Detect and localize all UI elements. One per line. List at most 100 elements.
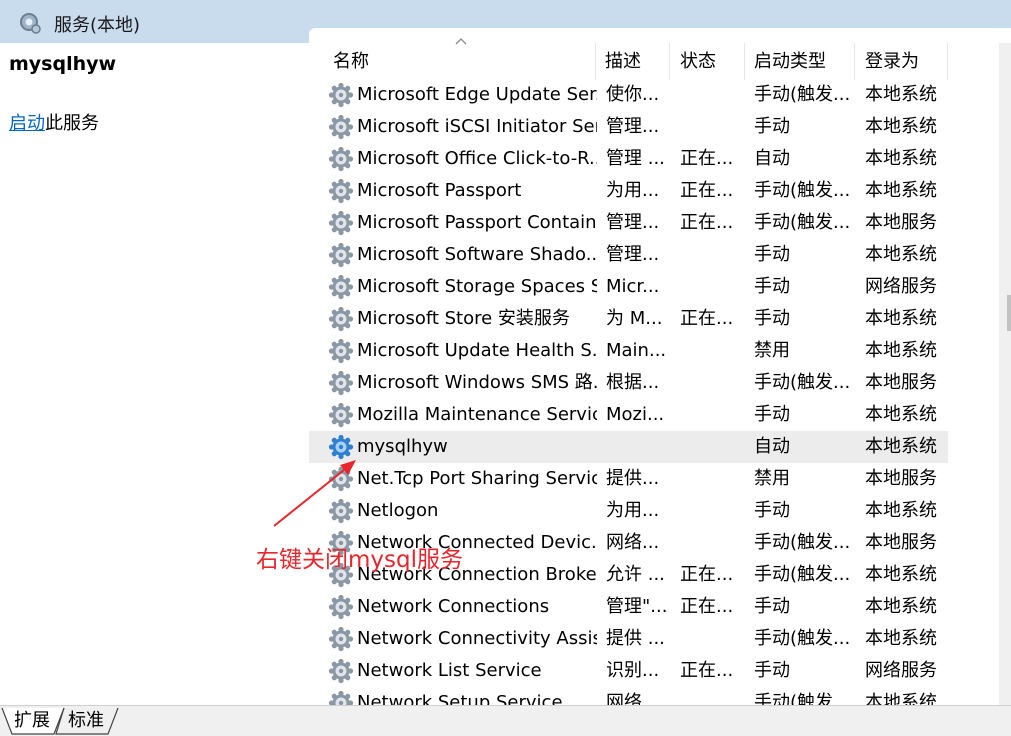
service-row[interactable]: Microsoft Update Health S... Main... 禁用 本地系… [309,335,999,367]
service-row[interactable]: Mozilla Maintenance Service Mozi... 手动 本地系统 [309,399,999,431]
service-row[interactable]: Microsoft Windows SMS 路... 根据... 手动(触发... 本… [309,367,999,399]
service-description-cell [606,431,668,463]
service-status-cell: 正在... [680,660,734,681]
service-startup-type-cell: 禁用 [754,468,790,489]
service-startup-type-cell: 禁用 [754,340,790,361]
service-name-cell: Net.Tcp Port Sharing Service [357,468,597,489]
service-name-cell: Microsoft Storage Spaces S... [357,276,597,297]
service-row[interactable]: Network List Service 识别... 正在... 手动 网络服务 [309,655,999,687]
gear-icon [328,178,354,204]
service-status-cell [680,80,740,111]
service-startup-type-cell: 手动 [754,500,790,521]
service-startup-type-cell: 手动 [754,596,790,617]
service-logon-cell: 本地系统 [865,84,937,105]
service-row[interactable]: Microsoft Passport Container 管理... 正在... 手动… [309,207,999,239]
service-startup-type-cell: 手动(触发... [754,564,851,585]
service-row[interactable]: Microsoft Storage Spaces S... Micr... 手动 网络… [309,271,999,303]
description-pane: mysqlhyw 启动此服务 [0,43,309,705]
service-startup-type-cell: 手动 [754,308,790,329]
service-description-cell: 提供... [606,468,660,489]
service-logon-cell: 本地系统 [865,596,937,617]
service-status-cell [680,527,740,559]
service-logon-cell: 本地系统 [865,340,937,361]
service-name-cell: Network Connections [357,596,550,617]
service-description-cell: 管理 ... [606,148,665,169]
service-startup-type-cell: 自动 [754,148,790,169]
service-logon-cell: 本地系统 [865,404,937,425]
start-service-line: 启动此服务 [9,109,99,135]
service-name-cell: Mozilla Maintenance Service [357,404,597,425]
service-status-cell [680,463,740,495]
service-logon-cell: 本地服务 [865,532,937,553]
start-service-link[interactable]: 启动 [9,113,45,134]
service-name-cell: Microsoft Store 安装服务 [357,308,570,329]
selected-service-name: mysqlhyw [9,53,117,75]
service-status-cell: 正在... [680,564,734,585]
service-row[interactable]: Microsoft Office Click-to-R... 管理 ... 正在..… [309,143,999,175]
service-logon-cell: 本地系统 [865,436,937,457]
gear-icon [328,626,354,652]
service-logon-cell: 本地系统 [865,692,937,705]
service-row[interactable]: Network Connections 管理"... 正在... 手动 本地系统 [309,591,999,623]
service-startup-type-cell: 手动 [754,276,790,297]
service-description-cell: 网络... [606,692,660,705]
column-description[interactable]: 描述 [596,43,670,80]
service-status-cell [680,623,740,655]
service-row[interactable]: Net.Tcp Port Sharing Service 提供... 禁用 本地服务 [309,463,999,495]
column-logon-as[interactable]: 登录为 [855,43,948,80]
service-row[interactable]: Microsoft Store 安装服务 为 M... 正在... 手动 本地系统 [309,303,999,335]
service-startup-type-cell: 手动 [754,116,790,137]
service-status-cell [680,431,740,463]
service-description-cell: 为用... [606,500,660,521]
column-name[interactable]: 名称 [309,43,596,80]
service-row[interactable]: Microsoft Software Shado... 管理... 手动 本地系统 [309,239,999,271]
service-status-cell [680,111,740,143]
gear-icon [328,210,354,236]
service-status-cell: 正在... [680,308,734,329]
service-logon-cell: 本地系统 [865,244,937,265]
gear-icon [328,658,354,684]
service-name-cell: Microsoft Software Shado... [357,244,597,265]
service-row[interactable]: Microsoft Edge Update Ser... 使你... 手动(触发..… [309,80,999,111]
service-description-cell: 使你... [606,84,660,105]
service-description-cell: 管理... [606,244,660,265]
start-service-suffix: 此服务 [45,113,99,134]
service-logon-cell: 本地系统 [865,148,937,169]
column-status[interactable]: 状态 [670,43,745,80]
service-status-cell [680,399,740,431]
tab-standard[interactable]: 标准 [68,708,104,734]
service-row[interactable]: Microsoft Passport 为用... 正在... 手动(触发... 本地系统 [309,175,999,207]
column-startup-type[interactable]: 启动类型 [745,43,855,80]
service-description-cell: 为 M... [606,308,663,329]
service-status-cell [680,367,740,399]
service-logon-cell: 本地系统 [865,308,937,329]
vertical-scrollbar[interactable] [999,43,1011,705]
service-name-cell: Network Setup Service [357,692,563,705]
service-logon-cell: 本地系统 [865,564,937,585]
service-logon-cell: 网络服务 [865,276,937,297]
service-logon-cell: 本地系统 [865,180,937,201]
service-startup-type-cell: 手动 [754,660,790,681]
service-row[interactable]: Microsoft iSCSI Initiator Ser... 管理... 手动 本… [309,111,999,143]
gear-icon [328,274,354,300]
service-startup-type-cell: 手动 [754,404,790,425]
service-description-cell: 管理"... [606,596,668,617]
gear-icon [328,466,354,492]
service-name-cell: mysqlhyw [357,436,448,457]
service-status-cell: 正在... [680,596,734,617]
service-row[interactable]: Network Connectivity Assis... 提供 ... 手动(触发… [309,623,999,655]
service-name-cell: Microsoft Windows SMS 路... [357,372,597,393]
service-name-cell: Network Connectivity Assis... [357,628,597,649]
service-logon-cell: 本地服务 [865,212,937,233]
service-startup-type-cell: 手动(触发... [754,84,851,105]
service-row[interactable]: mysqlhyw 自动 本地系统 [309,431,948,463]
gear-icon [328,306,354,332]
service-logon-cell: 本地服务 [865,372,937,393]
tab-extended[interactable]: 扩展 [14,708,50,734]
service-description-cell: Micr... [606,276,660,297]
service-row[interactable]: Netlogon 为用... 手动 本地系统 [309,495,999,527]
scrollbar-thumb[interactable] [1007,295,1011,331]
service-name-cell: Microsoft Edge Update Ser... [357,84,597,105]
service-name-cell: Microsoft Passport [357,180,522,201]
service-row[interactable]: Network Setup Service 网络... 手动(触发... 本地系统 [309,687,999,705]
